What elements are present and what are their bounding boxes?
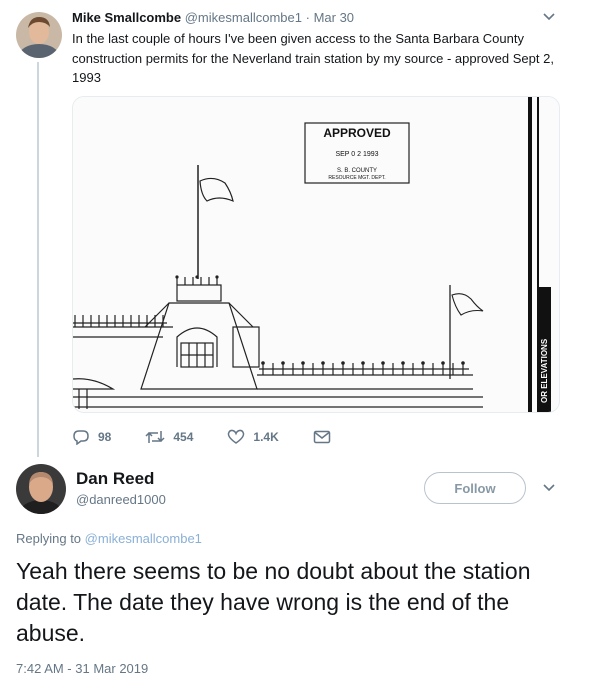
- retweet-icon: [145, 431, 165, 443]
- tweet-text: In the last couple of hours I've been gi…: [72, 31, 554, 85]
- stamp-date: SEP 0 2 1993: [335, 151, 378, 158]
- envelope-icon: [313, 430, 330, 444]
- follow-button[interactable]: Follow: [424, 472, 526, 504]
- separator: ·: [305, 10, 310, 25]
- like-button[interactable]: 1.4K: [227, 429, 279, 445]
- reply-icon: [73, 430, 89, 445]
- reply-button[interactable]: 98: [72, 429, 111, 445]
- tweet-timestamp[interactable]: 7:42 AM - 31 Mar 2019: [16, 661, 148, 676]
- tweet-date[interactable]: Mar 30: [314, 10, 354, 25]
- side-label: OR ELEVATIONS: [540, 338, 549, 403]
- heart-icon: [228, 429, 245, 444]
- thread-connector-line: [37, 62, 39, 457]
- reply-author-name[interactable]: Dan Reed: [76, 469, 154, 489]
- avatar[interactable]: [16, 12, 62, 58]
- reply-count: 98: [98, 430, 112, 444]
- reply-author-handle[interactable]: @danreed1000: [76, 492, 166, 507]
- chevron-down-icon[interactable]: [542, 480, 556, 496]
- replying-to: Replying to @mikesmallcombe1: [16, 531, 202, 546]
- author-name[interactable]: Mike Smallcombe: [72, 10, 181, 25]
- retweet-button[interactable]: 454: [145, 429, 193, 445]
- retweet-count: 454: [173, 430, 194, 444]
- direct-message-button[interactable]: [313, 430, 339, 444]
- like-count: 1.4K: [253, 430, 279, 444]
- chevron-down-icon[interactable]: [542, 9, 556, 25]
- tweet-media-image[interactable]: APPROVED SEP 0 2 1993 S. B. COUNTY RESOU…: [72, 96, 560, 413]
- replying-to-label: Replying to: [16, 531, 82, 546]
- reply-tweet-text: Yeah there seems to be no doubt about th…: [16, 558, 531, 646]
- stamp-title: APPROVED: [323, 126, 391, 140]
- stamp-dept: RESOURCE MGT. DEPT.: [328, 175, 385, 181]
- tweet-actions: 98 454 1.4K: [72, 426, 373, 448]
- author-handle[interactable]: @mikesmallcombe1: [185, 10, 302, 25]
- replying-to-mention[interactable]: @mikesmallcombe1: [85, 531, 202, 546]
- avatar[interactable]: [16, 464, 66, 514]
- stamp-county: S. B. COUNTY: [337, 168, 377, 174]
- tweet-header: Mike Smallcombe @mikesmallcombe1 · Mar 3…: [72, 10, 354, 25]
